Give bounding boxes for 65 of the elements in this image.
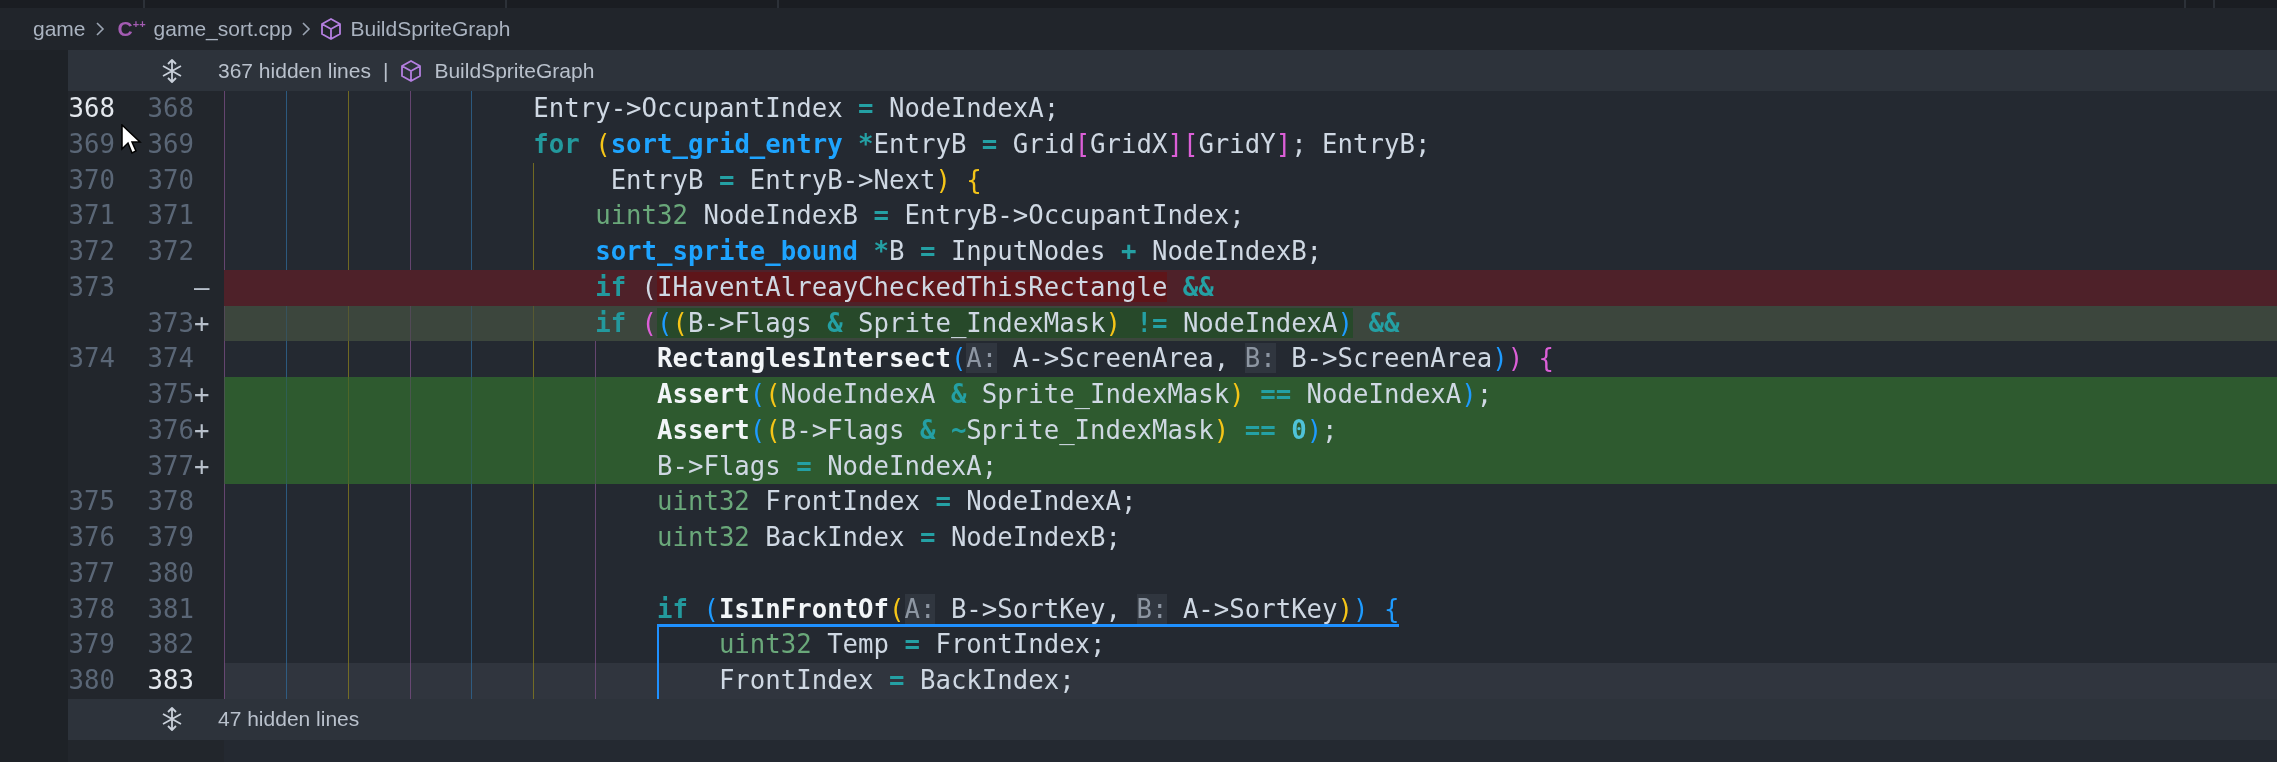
code-line: sort_sprite_bound *B = InputNodes + NodeIndexB;	[595, 235, 1323, 268]
cube-icon	[400, 58, 423, 83]
line-number: 371	[147, 199, 194, 233]
line-number: 373	[68, 270, 115, 304]
code-line: if (IsInFrontOf(A: B->SortKey, B: A->SortKey)) {	[657, 591, 1400, 628]
diff-marker: +	[194, 449, 210, 483]
hidden-lines-label: 367 hidden lines	[218, 58, 371, 83]
line-number: 370	[68, 163, 115, 197]
code-line: if (((B->Flags & Sprite_IndexMask) != NodeIndexA) &&	[595, 306, 1400, 340]
folded-lines-bar[interactable]: 47 hidden lines	[68, 698, 2277, 740]
line-number: 379	[147, 521, 194, 554]
diff-marker: —	[194, 270, 210, 304]
code-line: uint32 NodeIndexB = EntryB->OccupantIndex;	[595, 199, 1245, 233]
line-number: 369	[68, 127, 115, 161]
line-number: 381	[147, 592, 194, 626]
line-number: 368	[147, 92, 194, 125]
code-line: EntryB = EntryB->Next) {	[610, 163, 982, 197]
breadcrumb-item[interactable]: BuildSpriteGraph	[350, 17, 511, 41]
diff-marker: +	[194, 306, 210, 340]
code-line: uint32 Temp = FrontIndex;	[718, 628, 1106, 662]
diff-marker: +	[194, 378, 210, 411]
line-number: 383	[147, 664, 194, 697]
line-number: 374	[68, 342, 115, 376]
code-line: Entry->OccupantIndex = NodeIndexA;	[533, 92, 1060, 125]
line-number: 378	[68, 592, 115, 626]
folded-lines-bar[interactable]: 367 hidden lines | BuildSpriteGraph	[68, 50, 2277, 91]
line-number: 375	[147, 378, 194, 411]
line-number: 374	[147, 342, 194, 376]
line-number: 368	[68, 92, 115, 125]
line-number: 369	[147, 127, 194, 161]
unfold-icon	[160, 57, 184, 84]
line-number: 372	[147, 235, 194, 268]
code-line: if (IHaventAlreayCheckedThisRectangle &&	[595, 270, 1214, 304]
line-number: 378	[147, 485, 194, 519]
unfold-icon	[160, 706, 184, 733]
code-line: Assert((B->Flags & ~Sprite_IndexMask) == 0);	[657, 413, 1338, 447]
line-number: 371	[68, 199, 115, 233]
code-line: for (sort_grid_entry *EntryB = Grid[GridX][GridY]; EntryB;	[533, 127, 1431, 161]
code-line: RectanglesIntersect(A: A->ScreenArea, B: B->ScreenArea)) {	[657, 342, 1555, 376]
line-number: 380	[147, 556, 194, 590]
code-line: FrontIndex = BackIndex;	[718, 664, 1075, 697]
code-line: B->Flags = NodeIndexA;	[657, 449, 998, 483]
code-line: uint32 BackIndex = NodeIndexB;	[657, 521, 1121, 554]
line-number: 373	[147, 306, 194, 340]
breadcrumb-item[interactable]: game_sort.cpp	[153, 17, 293, 41]
separator-text: |	[382, 58, 389, 83]
diff-marker: +	[194, 413, 210, 447]
code-line: Assert((NodeIndexA & Sprite_IndexMask) == NodeIndexA);	[657, 378, 1493, 411]
line-number: 380	[68, 664, 115, 697]
code-line: uint32 FrontIndex = NodeIndexA;	[657, 485, 1137, 519]
line-number: 375	[68, 485, 115, 519]
line-number: 376	[68, 521, 115, 554]
hidden-lines-label: 47 hidden lines	[218, 707, 360, 732]
cube-icon	[320, 17, 343, 41]
line-number: 377	[147, 449, 194, 483]
pointer-icon	[121, 124, 143, 155]
symbol-label: BuildSpriteGraph	[434, 58, 595, 83]
line-number: 376	[147, 413, 194, 447]
line-number: 372	[68, 235, 115, 268]
line-number: 377	[68, 556, 115, 590]
line-number: 370	[147, 163, 194, 197]
breadcrumb-item[interactable]: game	[33, 17, 86, 41]
line-number: 382	[147, 628, 194, 662]
cpp-file-icon: C$^{++}$	[117, 17, 146, 41]
line-number: 379	[68, 628, 115, 662]
